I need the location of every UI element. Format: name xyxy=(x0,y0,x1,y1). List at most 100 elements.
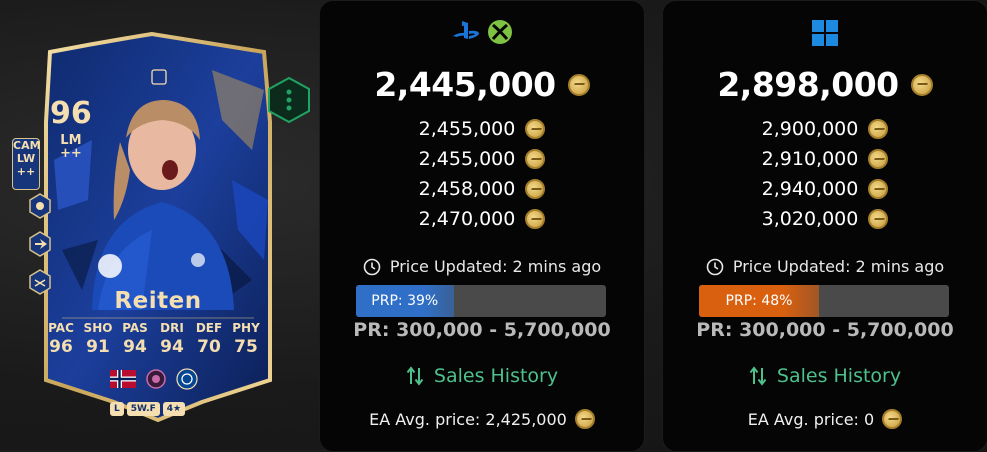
clock-icon xyxy=(706,258,724,275)
prp-bar: PRP: 48% xyxy=(699,285,949,317)
list-item: 2,455,000 xyxy=(320,144,644,174)
club-crest-icon xyxy=(176,368,198,390)
coin-icon xyxy=(882,409,903,429)
ea-average-price-text: EA Avg. price: 2,425,000 xyxy=(369,409,567,429)
price-value: 2,455,000 xyxy=(418,118,516,140)
price-value: 2,470,000 xyxy=(418,208,516,230)
stat-def: DEF 70 xyxy=(192,321,226,357)
price-list: 2,900,000 2,910,000 2,940,000 3,020,000 xyxy=(663,114,987,234)
clock-icon xyxy=(363,258,381,275)
stat-label: DRI xyxy=(160,321,184,335)
league-logo-icon xyxy=(146,369,166,389)
stat-sho: SHO 91 xyxy=(81,321,115,357)
list-item: 2,900,000 xyxy=(663,114,987,144)
console-price-panel: 2,445,000 2,455,000 2,455,000 2,458,000 … xyxy=(319,0,645,452)
list-item: 2,910,000 xyxy=(663,144,987,174)
coin-icon xyxy=(525,119,546,139)
price-updated-text: Price Updated: 2 mins ago xyxy=(732,257,945,276)
ea-average-price: EA Avg. price: 0 xyxy=(663,409,987,429)
price-range: PR: 300,000 - 5,700,000 xyxy=(353,319,611,341)
coin-icon xyxy=(525,149,546,169)
card-options-button[interactable] xyxy=(266,76,312,124)
coin-icon xyxy=(868,209,889,229)
card-flags xyxy=(110,368,198,390)
prp-label: PRP: 39% xyxy=(371,293,439,309)
position-primary: CAM xyxy=(13,139,41,152)
lowest-price: 2,898,000 xyxy=(663,65,987,104)
windows-icon xyxy=(812,20,838,46)
prp-label: PRP: 48% xyxy=(725,293,793,309)
price-value: 2,940,000 xyxy=(761,178,859,200)
sort-arrows-icon xyxy=(749,366,767,386)
stat-value: 94 xyxy=(123,337,147,357)
price-updated-text: Price Updated: 2 mins ago xyxy=(389,257,602,276)
stat-pas: PAS 94 xyxy=(118,321,152,357)
card-attributes: L 5W.F 4★ xyxy=(110,402,186,416)
sales-history-label: Sales History xyxy=(433,365,559,387)
player-stats: PAC 96 SHO 91 PAS 94 DRI 94 DEF 70 PHY 75 xyxy=(44,321,263,357)
preferred-foot-tag: L xyxy=(110,402,124,416)
stat-label: SHO xyxy=(83,321,113,335)
list-item: 2,470,000 xyxy=(320,204,644,234)
price-range: PR: 300,000 - 5,700,000 xyxy=(696,319,954,341)
coin-icon xyxy=(910,73,933,96)
coin-icon xyxy=(868,119,889,139)
stat-dri: DRI 94 xyxy=(155,321,189,357)
lowest-price-value: 2,445,000 xyxy=(374,65,556,104)
platform-icons xyxy=(320,19,644,45)
stat-label: PHY xyxy=(232,321,260,335)
price-value: 3,020,000 xyxy=(761,208,859,230)
coin-icon xyxy=(525,179,546,199)
prp-bar: PRP: 39% xyxy=(356,285,606,317)
skill-moves-tag: 4★ xyxy=(162,402,186,416)
stat-phy: PHY 75 xyxy=(229,321,263,357)
stat-value: 96 xyxy=(49,337,73,357)
price-list: 2,455,000 2,455,000 2,458,000 2,470,000 xyxy=(320,114,644,234)
prp-bar-fill: PRP: 48% xyxy=(699,285,819,317)
sales-history-link[interactable]: Sales History xyxy=(663,365,987,387)
prp-bar-fill: PRP: 39% xyxy=(356,285,454,317)
stat-pac: PAC 96 xyxy=(44,321,78,357)
coin-icon xyxy=(868,149,889,169)
ea-average-price: EA Avg. price: 2,425,000 xyxy=(320,409,644,429)
price-value: 2,910,000 xyxy=(761,148,859,170)
alt-position: LM ++ xyxy=(60,134,82,160)
price-updated: Price Updated: 2 mins ago xyxy=(320,257,644,276)
alt-position-plus: ++ xyxy=(60,146,82,161)
more-vertical-icon xyxy=(268,76,310,124)
position-box: CAM LW ++ xyxy=(12,138,41,190)
ea-average-price-text: EA Avg. price: 0 xyxy=(747,409,875,429)
xbox-icon xyxy=(488,20,512,44)
stat-value: 94 xyxy=(160,337,184,357)
price-value: 2,458,000 xyxy=(418,178,516,200)
coin-icon xyxy=(525,209,546,229)
list-item: 2,940,000 xyxy=(663,174,987,204)
stat-label: DEF xyxy=(195,321,223,335)
list-item: 3,020,000 xyxy=(663,204,987,234)
player-card[interactable]: 96 CAM LW ++ LM ++ Reiten PAC 96 SHO 91 PA… xyxy=(2,30,314,440)
coin-icon xyxy=(868,179,889,199)
stat-label: PAC xyxy=(48,321,74,335)
sales-history-label: Sales History xyxy=(776,365,902,387)
card-rating: 96 xyxy=(50,96,92,131)
stat-label: PAS xyxy=(122,321,148,335)
playstation-icon xyxy=(453,21,479,39)
stat-value: 91 xyxy=(86,337,110,357)
player-name: Reiten xyxy=(114,288,202,314)
stat-value: 70 xyxy=(197,337,221,357)
weak-foot-tag: 5W.F xyxy=(126,402,160,416)
stat-value: 75 xyxy=(234,337,258,357)
lowest-price-value: 2,898,000 xyxy=(717,65,899,104)
sort-arrows-icon xyxy=(406,366,424,386)
list-item: 2,458,000 xyxy=(320,174,644,204)
pc-price-panel: 2,898,000 2,900,000 2,910,000 2,940,000 … xyxy=(662,0,987,452)
position-secondary: LW xyxy=(16,152,36,165)
coin-icon xyxy=(574,409,595,429)
sales-history-link[interactable]: Sales History xyxy=(320,365,644,387)
price-value: 2,455,000 xyxy=(418,148,516,170)
position-plus: ++ xyxy=(16,165,36,178)
coin-icon xyxy=(567,73,590,96)
list-item: 2,455,000 xyxy=(320,114,644,144)
price-value: 2,900,000 xyxy=(761,118,859,140)
price-updated: Price Updated: 2 mins ago xyxy=(663,257,987,276)
